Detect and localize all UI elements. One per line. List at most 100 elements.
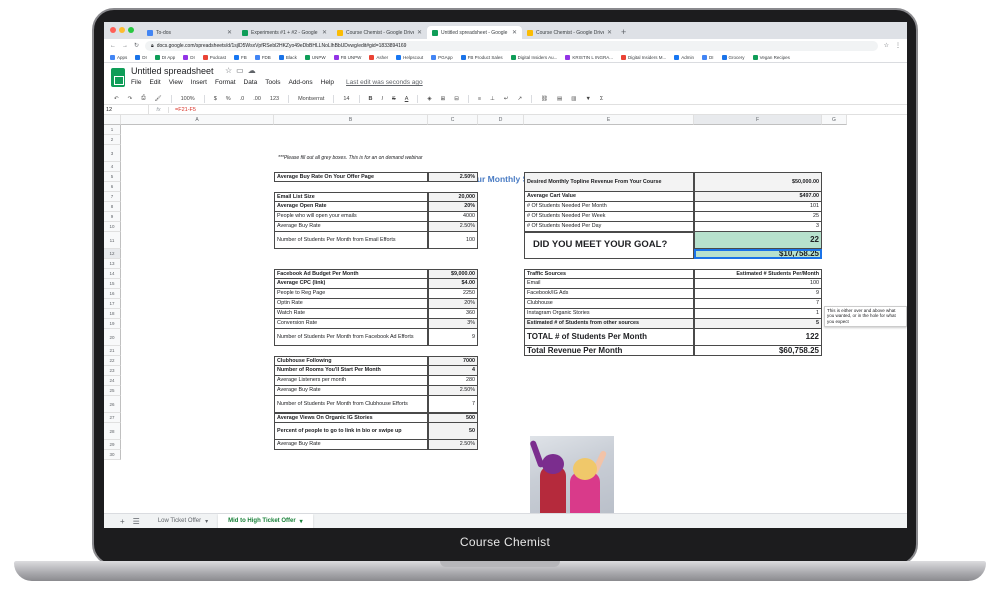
row-header[interactable]: 1 (104, 125, 121, 135)
facebook-header-value[interactable]: $9,000.00 (428, 269, 478, 279)
traffic-row-label[interactable]: Clubhouse (524, 299, 694, 309)
clubhouse-row-value[interactable]: 280 (428, 376, 478, 386)
bold-button[interactable]: B (369, 96, 373, 102)
clubhouse-row-label[interactable]: Average Listeners per month (274, 376, 428, 386)
facebook-row-value[interactable]: 360 (428, 309, 478, 319)
menu-item-view[interactable]: View (169, 79, 183, 86)
menu-item-data[interactable]: Data (244, 79, 258, 86)
column-header[interactable]: C (428, 115, 478, 125)
goal-question[interactable]: DID YOU MEET YOUR GOAL? (524, 232, 694, 259)
menu-item-format[interactable]: Format (215, 79, 236, 86)
more-formats-select[interactable]: 123 (270, 96, 279, 102)
email-row-label[interactable]: People who will open your emails (274, 212, 428, 222)
instructions-text[interactable]: ***Please fill out all grey boxes. This … (276, 145, 436, 172)
filter-icon[interactable]: ▼ (585, 96, 590, 102)
goal-revenue-value[interactable]: $10,758.25 (694, 249, 822, 259)
email-row-value[interactable]: 20% (428, 202, 478, 212)
row-header[interactable]: 15 (104, 279, 121, 289)
formula-input[interactable]: =F21-F5 (169, 107, 196, 113)
browser-tab[interactable]: Untitled spreadsheet - Google ✕ (427, 26, 522, 39)
ig-row-value[interactable]: 2.50% (428, 440, 478, 450)
email-row-value[interactable]: 2.50% (428, 222, 478, 232)
email-header-label[interactable]: Email List Size (274, 192, 428, 202)
decrease-decimal-button[interactable]: .0 (240, 96, 245, 102)
bookmark-item[interactable]: Grocery (721, 54, 745, 60)
ig-header-label[interactable]: Average Views On Organic IG Stories (274, 413, 428, 423)
row-header[interactable]: 7 (104, 192, 121, 202)
menu-item-add-ons[interactable]: Add-ons (288, 79, 312, 86)
ig-row-label[interactable]: Percent of people to go to link in bio o… (274, 423, 428, 440)
row-header[interactable]: 8 (104, 202, 121, 212)
reload-icon[interactable]: ↻ (134, 42, 139, 49)
add-sheet-button[interactable]: + (120, 517, 125, 526)
cloud-icon[interactable]: ☁ (248, 66, 260, 75)
row-header[interactable]: 30 (104, 450, 121, 460)
email-row-value[interactable]: 4000 (428, 212, 478, 222)
email-row-label[interactable]: Number of Students Per Month from Email … (274, 232, 428, 249)
traffic-row-value[interactable]: 100 (694, 279, 822, 289)
close-window-button[interactable] (110, 27, 116, 33)
row-header[interactable]: 29 (104, 440, 121, 450)
clubhouse-row-label[interactable]: Number of Students Per Month from Clubho… (274, 396, 428, 413)
text-color-button[interactable]: A (405, 96, 409, 102)
spreadsheet-grid[interactable]: Estimate Your Monthly Sales Based on Tra… (104, 115, 907, 513)
row-header[interactable]: 21 (104, 346, 121, 356)
browser-tab[interactable]: Course Chemist - Google Drive ✕ (522, 26, 617, 39)
goal-row-label[interactable]: # Of Students Needed Per Day (524, 222, 694, 232)
row-header[interactable]: 9 (104, 212, 121, 222)
star-icon[interactable]: ☆ (884, 42, 889, 49)
comment-icon[interactable]: ▤ (557, 96, 562, 102)
traffic-header-label[interactable]: Traffic Sources (524, 269, 694, 279)
facebook-row-label[interactable]: Conversion Rate (274, 319, 428, 329)
strikethrough-button[interactable]: S (392, 96, 396, 102)
email-row-label[interactable]: Average Open Rate (274, 202, 428, 212)
goal-row-label[interactable]: Average Cart Value (524, 192, 694, 202)
merge-icon[interactable]: ⊟ (454, 96, 459, 102)
menu-item-file[interactable]: File (131, 79, 141, 86)
row-header[interactable]: 26 (104, 396, 121, 413)
row-header[interactable]: 5 (104, 172, 121, 182)
last-edit-link[interactable]: Last edit was seconds ago (346, 79, 423, 86)
sheet-tab-mid-high-ticket[interactable]: Mid to High Ticket Offer ▾ (218, 513, 313, 528)
total-revenue-value[interactable]: $60,758.25 (694, 346, 822, 356)
wrap-icon[interactable]: ↵ (504, 96, 509, 102)
bookmark-item[interactable]: FDB (254, 54, 271, 60)
font-size-select[interactable]: 14 (343, 96, 349, 102)
clubhouse-row-value[interactable]: 4 (428, 366, 478, 376)
url-input[interactable]: 🔒︎ docs.google.com/spreadsheets/d/1sjlD5W… (145, 40, 878, 51)
maximize-window-button[interactable] (128, 27, 134, 33)
traffic-row-value[interactable]: 7 (694, 299, 822, 309)
total-students-value[interactable]: 122 (694, 329, 822, 346)
facebook-row-value[interactable]: 3% (428, 319, 478, 329)
goal-row-value[interactable]: 3 (694, 222, 822, 232)
row-header[interactable]: 16 (104, 289, 121, 299)
traffic-other-value[interactable]: 5 (694, 319, 822, 329)
email-header-value[interactable]: 20,000 (428, 192, 478, 202)
new-tab-button[interactable]: + (621, 27, 626, 37)
italic-button[interactable]: I (381, 96, 383, 102)
minimize-window-button[interactable] (119, 27, 125, 33)
bookmark-item[interactable]: Vegan Recipes (752, 54, 790, 60)
clubhouse-row-value[interactable]: 2.50% (428, 386, 478, 396)
move-icon[interactable]: ▭ (236, 66, 248, 75)
sheets-logo-icon[interactable] (111, 68, 125, 87)
bookmark-item[interactable]: KRISTIN L INGRA... (565, 54, 613, 60)
column-header[interactable]: A (121, 115, 274, 125)
menu-item-insert[interactable]: Insert (191, 79, 207, 86)
row-header[interactable]: 24 (104, 376, 121, 386)
bookmark-item[interactable]: Apps (110, 54, 127, 60)
clubhouse-header-label[interactable]: Clubhouse Following (274, 356, 428, 366)
column-header[interactable]: F (694, 115, 822, 125)
name-box[interactable]: 12 (104, 105, 149, 114)
facebook-row-label[interactable]: People to Reg Page (274, 289, 428, 299)
row-header[interactable]: 4 (104, 162, 121, 172)
browser-tab[interactable]: Course Chemist - Google Drive ✕ (332, 26, 427, 39)
bookmark-item[interactable]: DI (702, 54, 714, 60)
total-revenue-label[interactable]: Total Revenue Per Month (524, 346, 694, 356)
bookmark-item[interactable]: FB (234, 54, 247, 60)
column-header[interactable]: E (524, 115, 694, 125)
clubhouse-row-label[interactable]: Average Buy Rate (274, 386, 428, 396)
select-all-corner[interactable] (104, 115, 121, 125)
row-header[interactable]: 19 (104, 319, 121, 329)
row-header[interactable]: 23 (104, 366, 121, 376)
